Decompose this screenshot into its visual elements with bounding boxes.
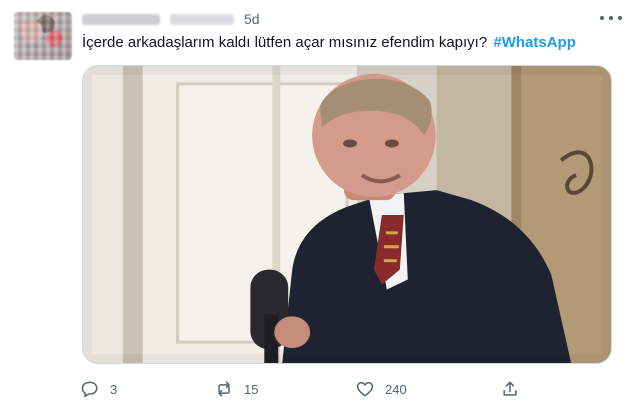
avatar[interactable] — [14, 12, 72, 60]
share-button[interactable] — [500, 379, 520, 399]
share-icon — [503, 381, 517, 396]
retweet-count: 15 — [244, 381, 259, 397]
heart-icon — [356, 382, 374, 397]
hashtag-link[interactable]: #WhatsApp — [493, 34, 576, 51]
like-count: 240 — [385, 381, 407, 397]
like-button[interactable]: 240 — [355, 379, 407, 399]
blurred-display-name[interactable] — [82, 13, 160, 25]
more-dots-icon[interactable] — [600, 11, 622, 25]
tweet-media-image[interactable] — [82, 65, 612, 364]
reply-bubble-icon — [81, 381, 98, 398]
retweet-icon — [218, 381, 230, 397]
tweet-body: İçerde arkadaşlarım kaldı lütfen açar mı… — [82, 34, 488, 51]
reply-count: 3 — [110, 381, 118, 397]
tweet-actions: 3 15 240 — [80, 378, 540, 400]
tweet-text: İçerde arkadaşlarım kaldı lütfen açar mı… — [82, 34, 576, 52]
reply-button[interactable]: 3 — [80, 379, 117, 399]
timestamp[interactable]: 5d — [244, 11, 260, 27]
blurred-handle[interactable] — [170, 13, 234, 25]
retweet-button[interactable]: 15 — [214, 379, 258, 399]
media-illustration — [83, 66, 611, 363]
tweet-header: 5d — [82, 10, 260, 28]
